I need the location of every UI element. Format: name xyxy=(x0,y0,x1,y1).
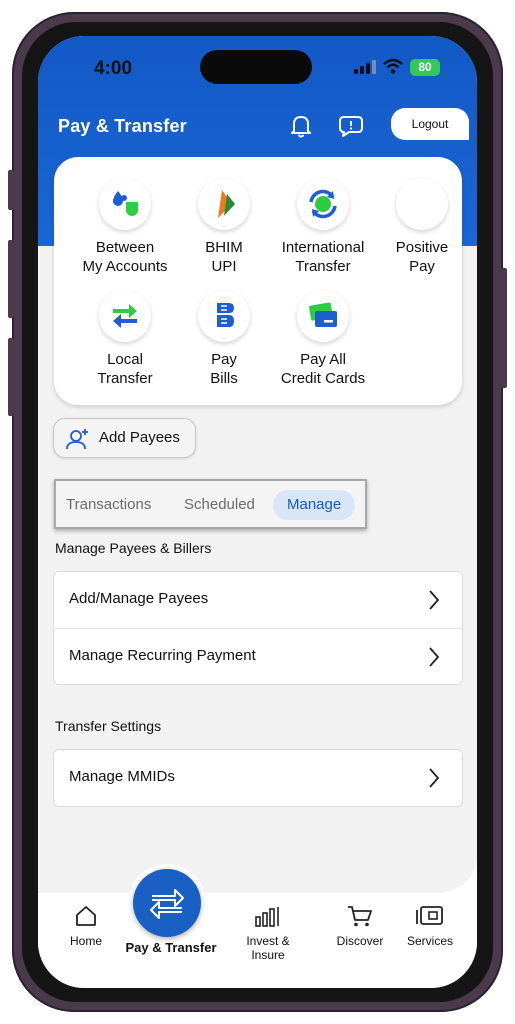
list-item-manage-mmids[interactable]: Manage MMIDs xyxy=(54,750,462,806)
list-item-label: Manage MMIDs xyxy=(69,768,175,785)
list-item-manage-recurring-payment[interactable]: Manage Recurring Payment xyxy=(54,628,462,684)
bottom-nav-curve xyxy=(38,856,477,894)
quick-action-between-accounts[interactable]: Between My Accounts xyxy=(77,178,173,276)
add-payees-label: Add Payees xyxy=(99,429,180,446)
nav-item-label-pay-transfer: Pay & Transfer xyxy=(125,940,217,955)
add-user-icon xyxy=(66,429,88,450)
list-item-label: Manage Recurring Payment xyxy=(69,647,256,664)
between-accounts-icon xyxy=(99,178,151,230)
bottom-nav: Home Invest & Insure Discover Services xyxy=(38,893,477,988)
phone-side-button xyxy=(501,268,507,388)
tab-bar: Transactions Scheduled Manage xyxy=(54,479,367,529)
quick-action-pay-bills[interactable]: Pay Bills xyxy=(176,290,272,388)
phone-side-button xyxy=(8,170,14,210)
phone-side-button xyxy=(8,338,14,416)
international-transfer-icon xyxy=(297,178,349,230)
nav-item-services[interactable]: Services xyxy=(390,904,470,948)
manage-payees-list: Add/Manage Payees Manage Recurring Payme… xyxy=(53,571,463,685)
quick-action-local-transfer[interactable]: Local Transfer xyxy=(77,290,173,388)
tab-transactions[interactable]: Transactions xyxy=(66,490,151,520)
nav-item-label: Services xyxy=(406,934,453,948)
quick-action-label: Between My Accounts xyxy=(82,239,168,275)
nav-item-invest-insure[interactable]: Invest & Insure xyxy=(228,904,308,962)
positive-pay-icon xyxy=(396,178,448,230)
dynamic-island xyxy=(200,50,312,84)
quick-action-label: Pay Bills xyxy=(210,351,238,387)
transfer-settings-list: Manage MMIDs xyxy=(53,749,463,807)
wifi-icon xyxy=(383,58,403,74)
battery-level: 80 xyxy=(418,60,432,74)
nav-item-label: Home xyxy=(69,934,102,948)
quick-action-label: International Transfer xyxy=(281,239,365,275)
chat-icon[interactable] xyxy=(338,114,364,138)
list-item-label: Add/Manage Payees xyxy=(69,590,209,607)
status-time: 4:00 xyxy=(94,58,133,79)
quick-actions-card: Between My Accounts BHIM UPI Internation… xyxy=(54,157,462,405)
battery-icon: 80 xyxy=(410,59,440,76)
chevron-right-icon xyxy=(429,590,440,610)
quick-action-positive-pay[interactable]: Positive Pay xyxy=(374,178,470,276)
cart-icon xyxy=(348,906,372,927)
credit-card-icon xyxy=(297,290,349,342)
chevron-right-icon xyxy=(429,647,440,667)
bell-icon[interactable] xyxy=(290,114,312,138)
bar-chart-icon xyxy=(255,907,279,927)
quick-action-label: Local Transfer xyxy=(97,351,153,387)
pay-bills-icon xyxy=(198,290,250,342)
signal-icon xyxy=(354,60,376,74)
section-title-transfer-settings: Transfer Settings xyxy=(55,718,162,734)
services-card-icon xyxy=(416,906,443,925)
app-screen: 4:00 80 Pay & Transfer Logout Between My… xyxy=(38,36,477,988)
section-title-manage-payees: Manage Payees & Billers xyxy=(55,540,212,556)
transfer-arrows-icon xyxy=(150,889,184,919)
tab-scheduled[interactable]: Scheduled xyxy=(184,490,255,520)
chevron-right-icon xyxy=(429,768,440,788)
quick-action-pay-credit-cards[interactable]: Pay All Credit Cards xyxy=(275,290,371,388)
quick-action-label: Positive Pay xyxy=(395,239,449,275)
page-title: Pay & Transfer xyxy=(58,116,187,136)
add-payees-button[interactable]: Add Payees xyxy=(53,418,196,458)
quick-action-label: Pay All Credit Cards xyxy=(280,351,366,387)
local-transfer-icon xyxy=(99,290,151,342)
home-icon xyxy=(76,906,96,926)
nav-item-label: Discover xyxy=(336,934,384,948)
nav-item-label: Invest & Insure xyxy=(246,934,290,962)
quick-action-label: BHIM UPI xyxy=(205,239,243,275)
nav-item-pay-transfer[interactable] xyxy=(133,869,201,937)
bhim-upi-icon xyxy=(198,178,250,230)
nav-item-home[interactable]: Home xyxy=(46,904,126,948)
quick-action-international-transfer[interactable]: International Transfer xyxy=(275,178,371,276)
logout-button[interactable]: Logout xyxy=(391,108,469,140)
list-item-add-manage-payees[interactable]: Add/Manage Payees xyxy=(54,572,462,628)
phone-side-button xyxy=(8,240,14,318)
quick-action-bhim-upi[interactable]: BHIM UPI xyxy=(176,178,272,276)
nav-item-discover[interactable]: Discover xyxy=(320,904,400,948)
tab-manage[interactable]: Manage xyxy=(273,490,356,520)
